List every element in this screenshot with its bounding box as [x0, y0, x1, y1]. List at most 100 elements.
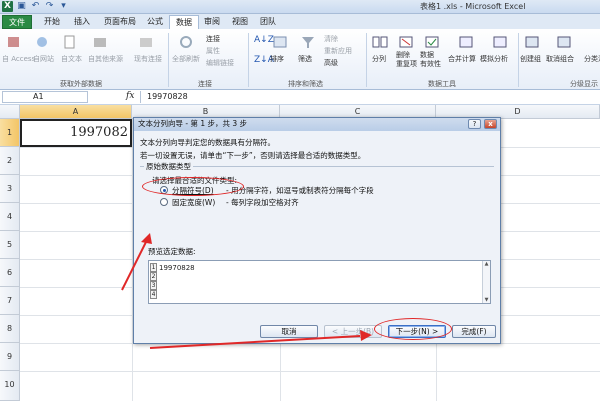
- text-to-columns-icon[interactable]: [372, 35, 388, 49]
- what-if-icon[interactable]: [492, 35, 508, 49]
- sort-button[interactable]: 排序: [270, 54, 284, 64]
- subtotal-button[interactable]: 分类汇总: [584, 54, 600, 64]
- tab-page-layout[interactable]: 页面布局: [98, 15, 142, 29]
- refresh-all-icon[interactable]: [178, 35, 194, 49]
- option-fixed-label[interactable]: 固定宽度(W): [172, 197, 215, 208]
- row-header-6[interactable]: 6: [0, 259, 20, 287]
- data-type-group-title: 原始数据类型: [144, 161, 193, 172]
- data-validation-icon[interactable]: [424, 35, 440, 49]
- tab-team[interactable]: 团队: [254, 15, 282, 29]
- scroll-up-icon[interactable]: ▲: [483, 261, 490, 267]
- edit-links-button[interactable]: 编辑链接: [206, 58, 234, 68]
- name-box[interactable]: A1: [2, 91, 88, 103]
- preview-label: 预览选定数据:: [148, 247, 196, 256]
- undo-icon[interactable]: ↶: [30, 1, 41, 12]
- ungroup-button[interactable]: 取消组合: [546, 54, 574, 64]
- from-other-sources-button[interactable]: 自其他来源: [88, 54, 123, 64]
- text-file-icon[interactable]: [62, 35, 78, 49]
- ungroup-icon[interactable]: [556, 35, 572, 49]
- web-icon[interactable]: [34, 35, 50, 49]
- what-if-analysis-button[interactable]: 模拟分析: [480, 54, 508, 64]
- row-header-4[interactable]: 4: [0, 203, 20, 231]
- from-access-button[interactable]: 自 Access: [2, 54, 35, 64]
- sort-az-icon[interactable]: A↓Z: [254, 35, 274, 45]
- window-title: 表格1 .xls - Microsoft Excel: [420, 2, 526, 11]
- radio-fixed-width[interactable]: [160, 198, 168, 206]
- ribbon-separator: [518, 33, 519, 87]
- help-button[interactable]: ?: [468, 119, 481, 129]
- row-header-3[interactable]: 3: [0, 175, 20, 203]
- row-header-1[interactable]: 1: [0, 119, 20, 147]
- connections-button[interactable]: 连接: [206, 34, 220, 44]
- text-to-columns-button[interactable]: 分列: [372, 54, 386, 64]
- dialog-intro-line1: 文本分列向导判定您的数据具有分隔符。: [140, 138, 275, 147]
- data-validation-button[interactable]: 数据 有效性: [420, 51, 441, 69]
- properties-button[interactable]: 属性: [206, 46, 220, 56]
- tab-review[interactable]: 审阅: [198, 15, 226, 29]
- other-sources-icon[interactable]: [92, 35, 108, 49]
- existing-connections-icon[interactable]: [138, 35, 154, 49]
- preview-scrollbar[interactable]: ▲ ▼: [482, 261, 490, 303]
- ribbon-separator: [168, 33, 169, 87]
- tab-data[interactable]: 数据: [169, 15, 199, 29]
- customize-icon[interactable]: ▾: [58, 1, 69, 12]
- from-text-button[interactable]: 自文本: [61, 54, 82, 64]
- column-header-a[interactable]: A: [20, 105, 132, 119]
- tab-insert[interactable]: 插入: [68, 15, 96, 29]
- preview-row-number: 4: [150, 290, 157, 299]
- sort-icon[interactable]: [272, 35, 288, 49]
- ribbon-tab-row: 文件 开始 插入 页面布局 公式 数据 审阅 视图 团队: [0, 14, 600, 29]
- row-header-7[interactable]: 7: [0, 287, 20, 315]
- redo-icon[interactable]: ↷: [44, 1, 55, 12]
- gridline: [20, 371, 600, 372]
- select-all-corner[interactable]: [0, 105, 20, 119]
- preview-row-number: 2: [150, 272, 157, 281]
- row-header-8[interactable]: 8: [0, 315, 20, 343]
- remove-duplicates-button[interactable]: 删除 重复项: [396, 51, 417, 69]
- data-preview[interactable]: 1 19970828 2 3 4 ▲ ▼: [148, 260, 491, 304]
- next-button[interactable]: 下一步(N) >: [388, 325, 446, 338]
- group-icon[interactable]: [524, 35, 540, 49]
- save-icon[interactable]: ▣: [16, 1, 27, 12]
- back-button[interactable]: < 上一步(B): [324, 325, 382, 338]
- radio-delimited[interactable]: [160, 186, 168, 194]
- from-web-button[interactable]: 自网站: [33, 54, 54, 64]
- row-header-10[interactable]: 10: [0, 371, 20, 401]
- consolidate-button[interactable]: 合并计算: [448, 54, 476, 64]
- filter-button[interactable]: 筛选: [298, 54, 312, 64]
- cancel-button[interactable]: 取消: [260, 325, 318, 338]
- option-fixed-desc: - 每列字段加空格对齐: [226, 198, 299, 207]
- preview-row-number: 1: [150, 263, 157, 272]
- tab-view[interactable]: 视图: [226, 15, 254, 29]
- close-button[interactable]: x: [484, 119, 497, 129]
- fx-icon[interactable]: fx: [126, 91, 134, 101]
- quick-access-toolbar: X ▣ ↶ ↷ ▾: [2, 1, 69, 12]
- scroll-down-icon[interactable]: ▼: [483, 297, 490, 303]
- excel-logo-icon[interactable]: X: [2, 1, 13, 12]
- group-label-external-data: 获取外部数据: [60, 80, 102, 88]
- tab-home[interactable]: 开始: [38, 15, 66, 29]
- tab-formulas[interactable]: 公式: [141, 15, 169, 29]
- option-delimited-label[interactable]: 分隔符号(D): [172, 185, 214, 196]
- refresh-all-button[interactable]: 全部刷新: [172, 54, 200, 64]
- access-icon[interactable]: [6, 35, 22, 49]
- cell-a1[interactable]: 1997082: [20, 119, 132, 147]
- row-header-2[interactable]: 2: [0, 147, 20, 175]
- row-header-9[interactable]: 9: [0, 343, 20, 371]
- finish-button[interactable]: 完成(F): [452, 325, 496, 338]
- tab-file[interactable]: 文件: [2, 15, 32, 29]
- title-bar: X ▣ ↶ ↷ ▾ 表格1 .xls - Microsoft Excel: [0, 0, 600, 14]
- clear-button[interactable]: 清除: [324, 34, 338, 44]
- row-header-5[interactable]: 5: [0, 231, 20, 259]
- ribbon: 自 Access 自网站 自文本 自其他来源 现有连接 获取外部数据 全部刷新 …: [0, 29, 600, 90]
- filter-icon[interactable]: [300, 35, 316, 49]
- consolidate-icon[interactable]: [458, 35, 474, 49]
- group-button[interactable]: 创建组: [520, 54, 541, 64]
- advanced-button[interactable]: 高级: [324, 58, 338, 68]
- formula-input[interactable]: 19970828: [140, 91, 598, 103]
- option-delimited-desc: - 用分隔字符，如逗号或制表符分隔每个字段: [226, 186, 374, 195]
- reapply-button[interactable]: 重新应用: [324, 46, 352, 56]
- remove-duplicates-icon[interactable]: [398, 35, 414, 49]
- ribbon-separator: [248, 33, 249, 87]
- existing-connections-button[interactable]: 现有连接: [134, 54, 162, 64]
